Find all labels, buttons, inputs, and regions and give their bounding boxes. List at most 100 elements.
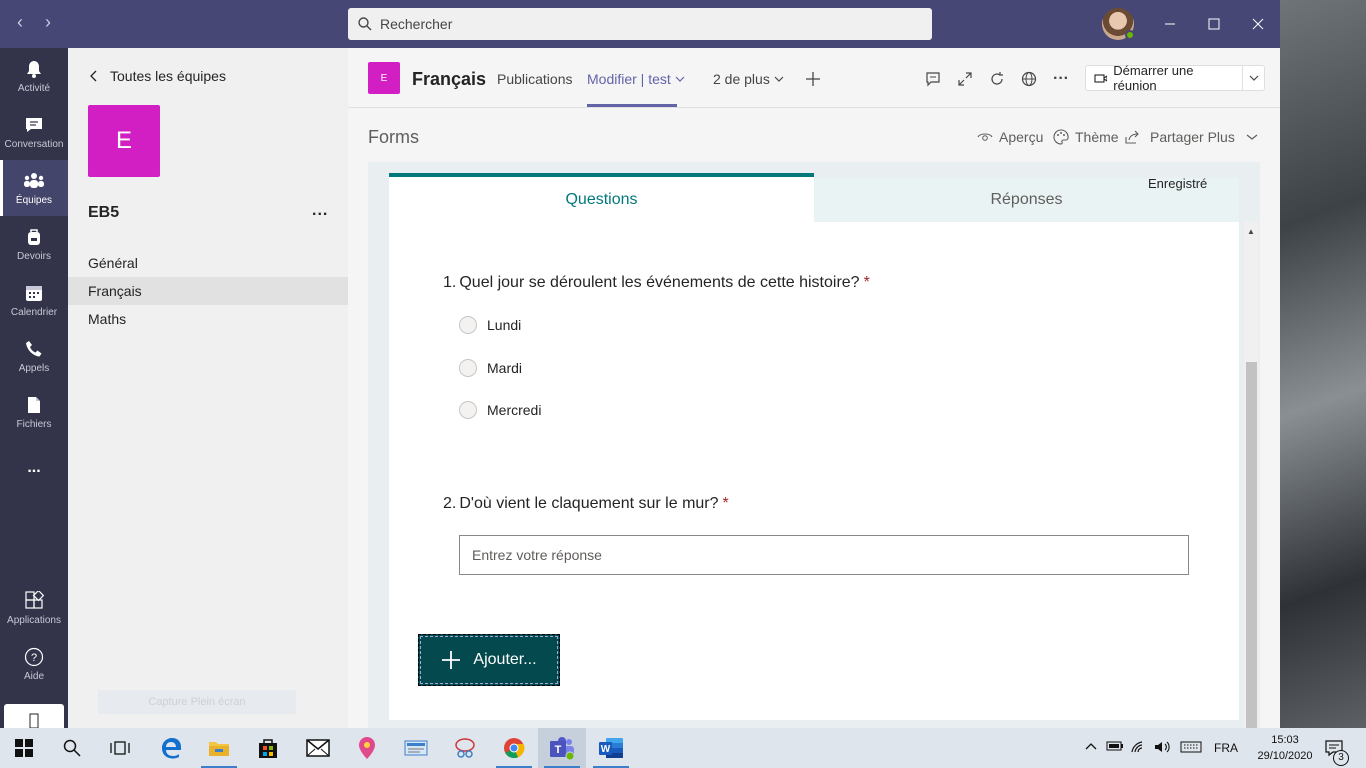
start-button[interactable] [0,728,48,768]
teams-taskbar-button[interactable]: T [538,728,586,768]
snipping-tool-taskbar-button[interactable] [441,728,489,768]
rail-item-apps[interactable]: Applications [0,580,68,636]
video-camera-icon [1094,74,1108,83]
scroll-up-icon[interactable]: ▲ [1247,227,1255,236]
search-icon [63,739,81,757]
share-more-button[interactable]: Partager Plus [1124,129,1259,145]
close-button[interactable] [1243,12,1273,36]
radio-button[interactable] [459,359,477,377]
wifi-icon[interactable] [1130,740,1148,757]
chat-icon [26,117,42,132]
help-icon: ? [24,647,44,666]
map-pin-icon [359,737,375,759]
rail-item-activity[interactable]: Activité [0,48,68,104]
apps-icon [25,590,44,609]
question-1-option-lundi[interactable]: Lundi [459,316,521,334]
clock-time: 15:03 [1271,734,1299,746]
edge-icon [162,738,181,759]
rail-item-calendar[interactable]: Calendrier [0,272,68,328]
tab-publications[interactable]: Publications [497,71,573,87]
chevron-down-icon [1246,134,1258,140]
phone-device-icon [29,713,39,729]
teams-icon [24,172,44,188]
all-teams-link[interactable]: Toutes les équipes [88,68,226,84]
channel-name: Français [412,69,487,89]
search-icon [358,17,372,31]
svg-text:T: T [555,744,562,756]
volume-icon[interactable] [1154,740,1172,757]
question-1-title: 1. Quel jour se déroulent les événements … [443,274,870,291]
forward-arrow-icon[interactable]: › [38,12,58,33]
edge-taskbar-button[interactable] [147,728,195,768]
active-tab-indicator [587,104,677,107]
mobile-app-button[interactable] [4,704,64,729]
screenshot-app-icon [404,740,428,756]
question-1-option-mardi[interactable]: Mardi [459,359,522,377]
rail-item-assignments[interactable]: Devoirs [0,216,68,272]
conversation-icon[interactable] [923,69,943,89]
file-explorer-taskbar-button[interactable] [195,728,243,768]
question-2-answer-input[interactable]: Entrez votre réponse [459,535,1189,575]
channel-francais[interactable]: Français [68,277,348,305]
refresh-icon[interactable] [987,69,1007,89]
maximize-button[interactable] [1199,12,1229,36]
snip-taskbar-button[interactable] [392,728,440,768]
meeting-dropdown-button[interactable] [1243,74,1264,82]
palette-icon [1053,129,1069,145]
tab-questions[interactable]: Questions [389,173,814,222]
rail-item-calls[interactable]: Appels [0,328,68,384]
chevron-down-icon [1249,75,1258,81]
add-tab-icon[interactable] [803,69,823,89]
language-indicator[interactable]: FRA [1214,741,1238,755]
battery-icon[interactable] [1106,740,1124,755]
plus-icon [442,651,461,669]
radio-button[interactable] [459,316,477,334]
team-more-button[interactable]: ... [312,202,328,220]
keyboard-icon[interactable] [1180,741,1202,756]
add-question-button[interactable]: Ajouter... [418,634,560,686]
more-options-icon[interactable]: ··· [1051,69,1071,89]
rail-more-button[interactable]: ... [0,440,68,496]
globe-icon[interactable] [1019,69,1039,89]
tab-more[interactable]: 2 de plus [713,71,784,87]
question-1-option-mercredi[interactable]: Mercredi [459,401,541,419]
chrome-taskbar-button[interactable] [490,728,538,768]
clock[interactable]: 15:03 29/10/2020 [1250,732,1320,764]
minimize-button[interactable] [1155,12,1185,36]
channel-maths[interactable]: Maths [68,305,348,333]
chevron-left-icon [90,70,97,82]
start-meeting-button[interactable]: Démarrer une réunion [1085,63,1265,93]
rail-item-help[interactable]: ? Aide [0,636,68,692]
chevron-up-icon [1085,743,1097,750]
word-taskbar-button[interactable]: W [587,728,635,768]
phone-icon [26,340,42,356]
mail-taskbar-button[interactable] [294,728,342,768]
preview-button[interactable]: Aperçu [977,129,1043,145]
backpack-icon [28,228,40,245]
rail-item-teams[interactable]: Équipes [0,160,68,216]
task-view-button[interactable] [96,728,144,768]
channel-general[interactable]: Général [68,249,348,277]
word-icon: W [599,738,623,758]
rail-item-chat[interactable]: Conversation [0,104,68,160]
show-hidden-icons-button[interactable] [1084,739,1098,756]
expand-icon[interactable] [955,69,975,89]
team-avatar: E [88,105,160,177]
taskbar-search-button[interactable] [48,728,96,768]
store-taskbar-button[interactable] [244,728,292,768]
store-bag-icon [259,739,277,758]
theme-button[interactable]: Thème [1053,129,1119,145]
notification-count-badge: 3 [1333,750,1349,766]
rail-item-files[interactable]: Fichiers [0,384,68,440]
radio-button[interactable] [459,401,477,419]
desktop-background [1280,0,1366,728]
scissors-icon [455,738,475,758]
scrollbar-thumb[interactable] [1246,362,1257,728]
search-placeholder: Rechercher [380,16,453,32]
maps-taskbar-button[interactable] [343,728,391,768]
search-box[interactable]: Rechercher [348,8,932,40]
tab-modifier-test[interactable]: Modifier | test [587,71,685,87]
back-arrow-icon[interactable]: ‹ [10,12,30,33]
task-view-icon [110,741,130,755]
chevron-down-icon [675,76,685,82]
